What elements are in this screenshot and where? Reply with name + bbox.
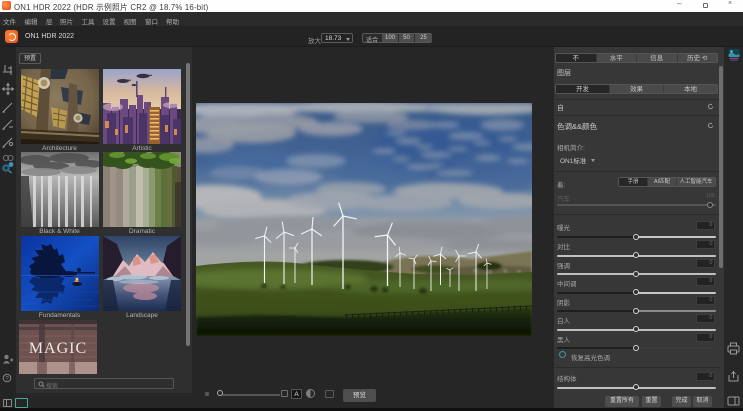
svg-text:MAGIC: MAGIC xyxy=(28,340,86,357)
